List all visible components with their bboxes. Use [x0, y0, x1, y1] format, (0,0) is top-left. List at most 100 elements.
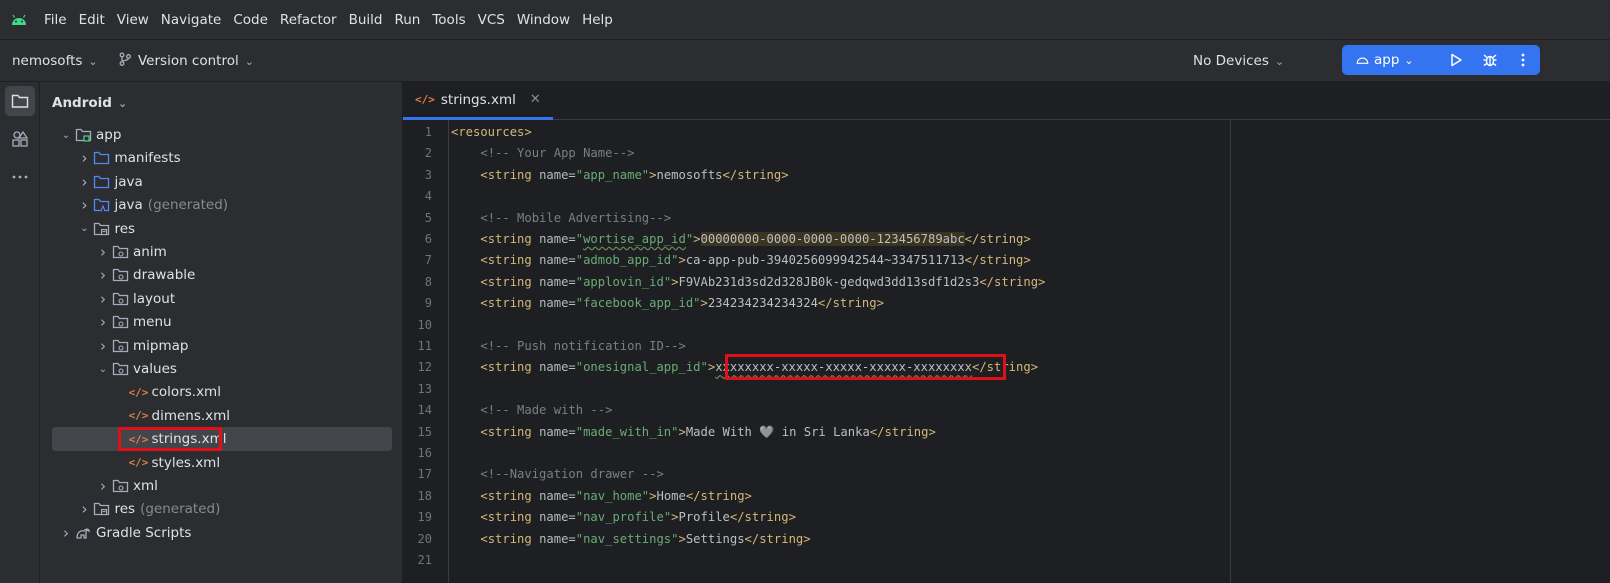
xml-attr-value: facebook_app_id [583, 296, 694, 311]
menu-refactor[interactable]: Refactor [274, 7, 343, 33]
tree-item-label: res [114, 501, 136, 518]
chevron-right-icon[interactable]: › [77, 149, 93, 167]
tab-strings-xml[interactable]: </> strings.xml ✕ [403, 82, 553, 120]
close-icon[interactable]: ✕ [530, 92, 541, 107]
project-selector[interactable]: nemosofts ⌄ [12, 48, 98, 74]
tree-item[interactable]: › Gradle Scripts [52, 521, 392, 545]
line-number: 19 [417, 510, 432, 525]
chevron-right-icon[interactable]: › [77, 173, 93, 191]
line-number: 9 [424, 296, 432, 311]
menu-help[interactable]: Help [576, 7, 619, 33]
tree-item-label: java [114, 173, 143, 190]
more-actions-button[interactable] [1506, 45, 1540, 75]
xml-tag: </string> [744, 531, 811, 546]
project-view-mode: Android [52, 95, 112, 111]
code-line: <string name="wortise_app_id">00000000-0… [451, 229, 1031, 250]
project-view-selector[interactable]: Android ⌄ [52, 92, 127, 114]
chevron-right-icon[interactable]: › [77, 500, 93, 518]
chevron-down-icon[interactable]: ⌄ [95, 364, 111, 375]
line-number: 13 [417, 381, 432, 396]
xml-file-icon: </> [415, 93, 435, 106]
chevron-right-icon[interactable]: › [95, 243, 111, 261]
xml-attribute: name= [539, 253, 576, 268]
chevron-down-icon[interactable]: ⌄ [58, 130, 74, 141]
xml-attr-quote: " [671, 424, 679, 439]
xml-attribute: name= [539, 510, 576, 525]
code-line: <!-- Your App Name--> [451, 143, 634, 164]
android-studio-logo-icon[interactable] [0, 0, 38, 40]
tree-item-label: java [114, 197, 143, 214]
more-tool-windows-button[interactable] [5, 162, 35, 192]
branch-icon [118, 52, 132, 70]
tree-item[interactable]: › java [52, 170, 392, 194]
tree-item[interactable]: › res (generated) [52, 497, 392, 521]
code-line: <!-- Mobile Advertising--> [451, 208, 671, 229]
xml-attr-quote: " [671, 253, 679, 268]
menu-run[interactable]: Run [388, 7, 426, 33]
chevron-down-icon: ⌄ [244, 54, 254, 68]
xml-attr-quote: " [575, 360, 584, 375]
resource-manager-button[interactable] [5, 124, 35, 154]
tree-item[interactable]: › drawable [52, 263, 392, 287]
chevron-right-icon[interactable]: › [95, 313, 111, 331]
tree-item[interactable]: › xml [52, 474, 392, 498]
tree-item[interactable]: ⌄ res [52, 217, 392, 241]
chevron-right-icon[interactable]: › [95, 290, 111, 308]
menu-view[interactable]: View [111, 7, 155, 33]
project-tool-button[interactable] [5, 86, 35, 116]
menu-file[interactable]: File [38, 7, 73, 33]
xml-tag: <string [480, 167, 540, 182]
tree-item[interactable]: › menu [52, 310, 392, 334]
run-button[interactable] [1439, 45, 1473, 75]
tree-item[interactable]: </> styles.xml [52, 451, 392, 475]
kebab-menu-icon [1521, 53, 1525, 67]
chevron-right-icon[interactable]: › [95, 477, 111, 495]
chevron-right-icon[interactable]: › [95, 266, 111, 284]
xml-tag: <string [480, 296, 540, 311]
xml-attr-quote: " [693, 296, 701, 311]
menu-edit[interactable]: Edit [73, 7, 111, 33]
code-area[interactable]: <resources> <!-- Your App Name--> <strin… [451, 120, 1610, 583]
line-number: 16 [417, 446, 432, 460]
tree-item[interactable]: </> dimens.xml [52, 404, 392, 428]
chevron-right-icon[interactable]: › [77, 196, 93, 214]
menu-vcs[interactable]: VCS [472, 7, 511, 33]
xml-attr-quote: " [575, 167, 584, 182]
package-folder-icon [111, 338, 129, 354]
menu-window[interactable]: Window [511, 7, 576, 33]
xml-tag: <string [480, 232, 540, 246]
ellipsis-icon [12, 175, 28, 179]
menu-navigate[interactable]: Navigate [155, 7, 228, 33]
editor-tab-bar: </> strings.xml ✕ [403, 82, 1610, 120]
menu-code[interactable]: Code [227, 7, 274, 33]
menu-tools[interactable]: Tools [426, 7, 471, 33]
tree-item[interactable]: </> strings.xml [52, 427, 392, 452]
tree-item-label: strings.xml [151, 431, 227, 448]
chevron-right-icon[interactable]: › [58, 524, 74, 542]
tree-item[interactable]: › mipmap [52, 334, 392, 358]
tree-item[interactable]: ⌄ values [52, 357, 392, 381]
menu-build[interactable]: Build [343, 7, 389, 33]
chevron-right-icon[interactable]: › [95, 337, 111, 355]
chevron-down-icon[interactable]: ⌄ [77, 223, 93, 234]
tree-item[interactable]: › manifests [52, 146, 392, 170]
tree-item[interactable]: </> colors.xml [52, 380, 392, 404]
string-value: 00000000-0000-0000-0000-123456789abc [700, 232, 965, 246]
tree-item-label: mipmap [133, 337, 189, 354]
xml-attribute: name= [539, 167, 576, 182]
run-config-selector[interactable]: app ⌄ [1342, 52, 1439, 68]
xml-attr-quote: " [575, 253, 584, 268]
debug-button[interactable] [1473, 45, 1507, 75]
shapes-icon [12, 130, 29, 147]
version-control-selector[interactable]: Version control ⌄ [118, 48, 254, 74]
xml-attribute: name= [539, 424, 576, 439]
tree-item[interactable]: › layout [52, 287, 392, 311]
chevron-down-icon: ⌄ [1274, 54, 1285, 68]
xml-attr-quote: " [575, 424, 584, 439]
xml-file-icon: </> [128, 409, 149, 423]
tree-item[interactable]: › java (generated) [52, 193, 392, 217]
line-number: 6 [424, 232, 432, 246]
device-selector[interactable]: No Devices ⌄ [1193, 48, 1284, 74]
tree-item[interactable]: › anim [52, 240, 392, 264]
tree-item[interactable]: ⌄ app [52, 123, 392, 147]
